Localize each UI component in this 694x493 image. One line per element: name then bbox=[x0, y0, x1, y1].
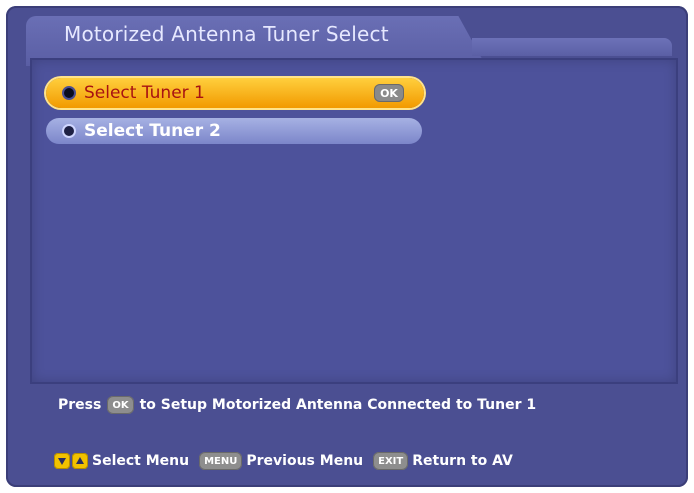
help-return-label: Return to AV bbox=[412, 453, 513, 469]
status-suffix: to Setup Motorized Antenna Connected to … bbox=[139, 397, 537, 413]
help-select-menu-label: Select Menu bbox=[92, 453, 190, 469]
page-title: Motorized Antenna Tuner Select bbox=[64, 22, 389, 46]
help-previous-menu-label: Previous Menu bbox=[246, 453, 364, 469]
status-prefix: Press bbox=[58, 397, 102, 413]
navigation-keys bbox=[54, 453, 88, 469]
exit-key-icon: EXIT bbox=[373, 452, 409, 470]
title-bar-extension bbox=[472, 38, 672, 56]
menu-item-label: Select Tuner 1 bbox=[84, 83, 205, 103]
bullet-icon bbox=[62, 124, 76, 138]
menu-key-icon: MENU bbox=[199, 452, 243, 470]
ok-key-icon: OK bbox=[107, 396, 134, 414]
arrow-down-icon bbox=[54, 453, 70, 469]
menu-item-label: Select Tuner 2 bbox=[84, 121, 221, 141]
arrow-up-icon bbox=[72, 453, 88, 469]
ok-key-icon: OK bbox=[374, 84, 404, 102]
menu-item-select-tuner-1[interactable]: Select Tuner 1 OK bbox=[46, 78, 424, 108]
help-bar: Select Menu MENU Previous Menu EXIT Retu… bbox=[54, 452, 513, 470]
status-message: Press OK to Setup Motorized Antenna Conn… bbox=[58, 396, 536, 414]
help-return-to-av: EXIT Return to AV bbox=[373, 452, 513, 470]
help-select-menu: Select Menu bbox=[54, 453, 189, 469]
bullet-icon bbox=[62, 86, 76, 100]
help-previous-menu: MENU Previous Menu bbox=[199, 452, 363, 470]
menu-item-select-tuner-2[interactable]: Select Tuner 2 bbox=[46, 118, 422, 144]
